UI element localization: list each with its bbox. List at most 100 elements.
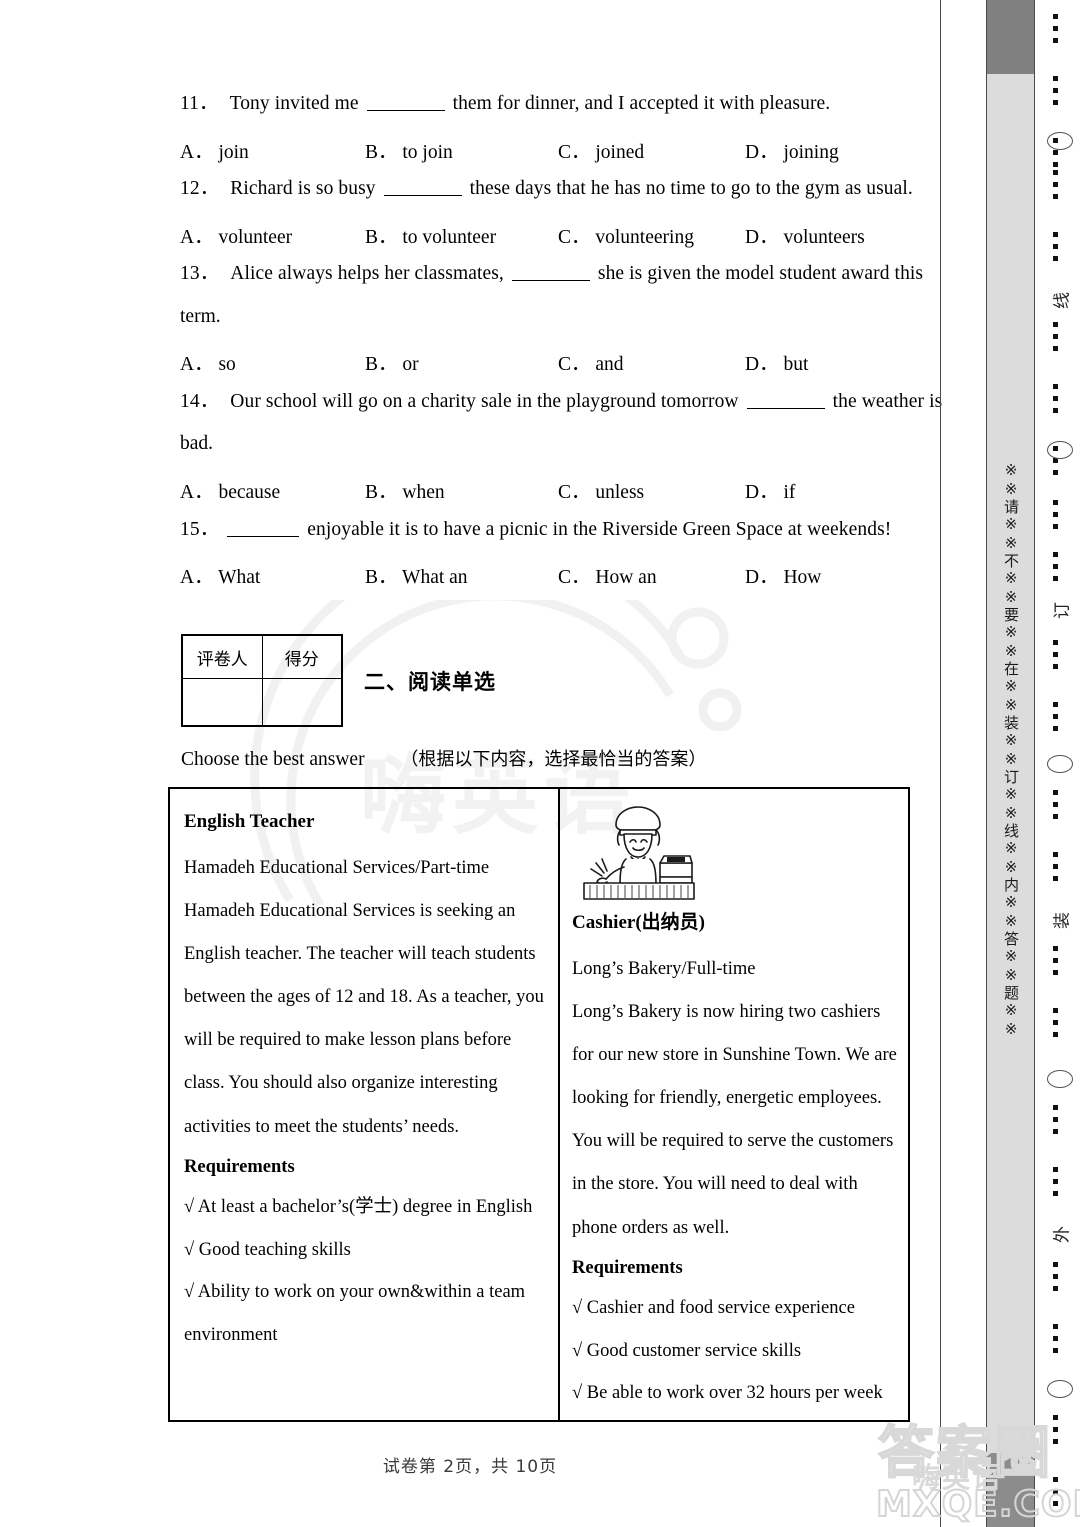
- binding-oval-mark: [1047, 1070, 1073, 1088]
- binding-band-bottom: [987, 1453, 1034, 1527]
- grader-input-cell[interactable]: [181, 678, 263, 727]
- page-footer: 试卷第 2页，共 10页: [382, 1457, 558, 1477]
- binding-dot-group: [1053, 1008, 1060, 1044]
- binding-dot-group: [1053, 384, 1060, 420]
- question-12-option-a[interactable]: A． volunteer: [180, 220, 292, 249]
- page-edge-rule-outer: [1034, 0, 1035, 1527]
- binding-band-top: [987, 0, 1034, 74]
- ad-right-requirement-2: √ Good customer service skills: [572, 1340, 802, 1361]
- question-15-number: 15．: [180, 519, 220, 540]
- paper-content: 11． Tony invited me them for dinner, and…: [0, 0, 943, 1527]
- ad-right-subtitle: Long’s Bakery/Full-time: [572, 959, 756, 979]
- question-13-option-d[interactable]: D． but: [745, 347, 808, 376]
- question-14-continuation: bad.: [180, 433, 214, 454]
- binding-dot-group: [1053, 500, 1060, 536]
- score-table-input-row: [181, 678, 343, 727]
- question-13-option-a[interactable]: A． so: [180, 347, 236, 376]
- ad-right-requirements-label: Requirements: [572, 1257, 683, 1278]
- question-15-option-d[interactable]: D． How: [745, 560, 821, 589]
- score-table-header-row: 评卷人 得分: [181, 634, 343, 679]
- question-11-option-d[interactable]: D． joining: [745, 135, 839, 164]
- binding-dot-group: [1053, 1477, 1060, 1513]
- ad-left-subtitle: Hamadeh Educational Services/Part-time: [184, 858, 490, 878]
- binding-dot-group: [1053, 702, 1060, 738]
- binding-dot-group: [1053, 552, 1060, 588]
- binding-char-xian: 线: [1052, 292, 1073, 309]
- question-12-number: 12．: [180, 178, 220, 199]
- question-12-stem: 12． Richard is so busy these days that h…: [180, 177, 913, 201]
- question-12-option-d[interactable]: D． volunteers: [745, 220, 865, 249]
- ad-cashier: Cashier(出纳员) Long’s Bakery/Full-time Lon…: [560, 789, 912, 1420]
- binding-dot-group: [1053, 14, 1060, 50]
- question-11-number: 11．: [180, 93, 219, 114]
- question-13-text-before: Alice always helps her classmates,: [230, 263, 504, 284]
- binding-oval-mark: [1047, 441, 1073, 459]
- question-11-text-before: Tony invited me: [229, 93, 359, 114]
- question-11-text-after: them for dinner, and I accepted it with …: [452, 93, 831, 114]
- ad-english-teacher: English Teacher Hamadeh Educational Serv…: [170, 789, 558, 1420]
- question-11-stem: 11． Tony invited me them for dinner, and…: [180, 92, 910, 116]
- question-13-continuation: term.: [180, 306, 221, 327]
- page-edge-rule-inner: [940, 0, 941, 1527]
- binding-marks-column: 线 订 装 外: [1040, 0, 1080, 1527]
- question-12-blank: [383, 195, 462, 196]
- binding-dot-group: [1053, 946, 1060, 982]
- question-15-stem: 15． enjoyable it is to have a picnic in …: [180, 518, 910, 542]
- question-13-option-c[interactable]: C． and: [558, 347, 624, 376]
- ad-left-requirements-label: Requirements: [184, 1156, 295, 1177]
- ad-left-requirement-1: √ At least a bachelor’s(学士) degree in En…: [184, 1196, 533, 1217]
- question-14-option-a[interactable]: A． because: [180, 475, 280, 504]
- binding-dot-group: [1053, 76, 1060, 112]
- binding-dot-group: [1053, 1262, 1060, 1298]
- binding-dot-group: [1053, 1167, 1060, 1203]
- question-14-blank: [746, 408, 825, 409]
- binding-dot-group: [1053, 322, 1060, 358]
- binding-dot-group: [1053, 1415, 1060, 1451]
- binding-dot-group: [1053, 640, 1060, 676]
- binding-dot-group: [1053, 170, 1060, 206]
- question-15-blank: [227, 536, 300, 537]
- binding-char-wai: 外: [1052, 1226, 1073, 1243]
- question-12-option-b[interactable]: B． to volunteer: [365, 220, 496, 249]
- question-15-option-a[interactable]: A． What: [180, 560, 260, 589]
- question-14-option-c[interactable]: C． unless: [558, 475, 644, 504]
- question-11-option-b[interactable]: B． to join: [365, 135, 453, 164]
- question-13-text-after: she is given the model student award thi…: [597, 263, 924, 284]
- question-12-option-c[interactable]: C． volunteering: [558, 220, 694, 249]
- ad-right-body: Long’s Bakery is now hiring two cashiers…: [572, 1002, 897, 1238]
- question-13-blank: [511, 280, 590, 281]
- cashier-illustration: [583, 806, 695, 900]
- ad-left-heading: English Teacher: [184, 811, 315, 832]
- question-13-number: 13．: [180, 263, 220, 284]
- binding-char-ding: 订: [1052, 602, 1073, 619]
- grader-label-cell: 评卷人: [181, 634, 263, 679]
- question-13-option-b[interactable]: B． or: [365, 347, 419, 376]
- section-instruction-en: Choose the best answer: [181, 749, 365, 770]
- question-11-option-a[interactable]: A． join: [180, 135, 249, 164]
- binding-oval-mark: [1047, 755, 1073, 773]
- binding-dot-group: [1053, 852, 1060, 888]
- question-15-option-b[interactable]: B． What an: [365, 560, 468, 589]
- question-11-blank: [366, 110, 445, 111]
- question-14-number: 14．: [180, 391, 220, 412]
- ad-left-requirement-3: √ Ability to work on your own&within a t…: [184, 1282, 526, 1346]
- binding-warning-text: ※※请※※不※※要※※在※※装※※订※※线※※内※※答※※题※※: [1002, 461, 1020, 1039]
- score-label-cell: 得分: [261, 634, 343, 679]
- question-13-stem: 13． Alice always helps her classmates, s…: [180, 262, 923, 286]
- binding-dot-group: [1053, 790, 1060, 826]
- section-instruction: Choose the best answer （根据以下内容，选择最恰当的答案）: [181, 745, 706, 771]
- question-12-text-before: Richard is so busy: [230, 178, 376, 199]
- question-15-option-c[interactable]: C． How an: [558, 560, 657, 589]
- section-title: 二、阅读单选: [364, 670, 496, 694]
- binding-dot-group: [1053, 1105, 1060, 1141]
- question-14-option-d[interactable]: D． if: [745, 475, 795, 504]
- question-11-option-c[interactable]: C． joined: [558, 135, 644, 164]
- question-14-option-b[interactable]: B． when: [365, 475, 445, 504]
- section-instruction-cn: （根据以下内容，选择最恰当的答案）: [400, 749, 707, 770]
- binding-oval-mark: [1047, 132, 1073, 150]
- reading-passage-table: English Teacher Hamadeh Educational Serv…: [168, 787, 910, 1422]
- score-input-cell[interactable]: [261, 678, 343, 727]
- grader-score-table: 评卷人 得分: [181, 634, 343, 727]
- question-14-text-after: the weather is: [832, 391, 943, 412]
- ad-right-requirement-1: √ Cashier and food service experience: [572, 1297, 855, 1318]
